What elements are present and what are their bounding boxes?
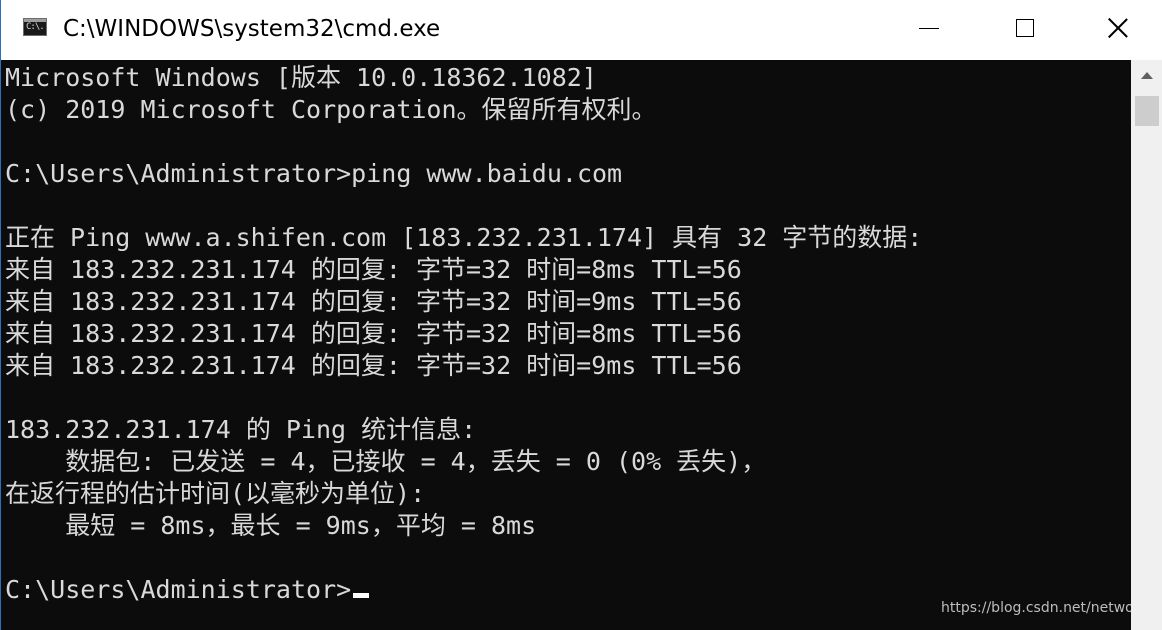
- title-bar[interactable]: C:\. C:\WINDOWS\system32\cmd.exe: [1, 0, 1162, 60]
- console-line: 数据包: 已发送 = 4，已接收 = 4，丢失 = 0 (0% 丢失)，: [5, 447, 767, 476]
- console-line: (c) 2019 Microsoft Corporation。保留所有权利。: [5, 95, 657, 124]
- minimize-icon: [919, 28, 939, 29]
- chevron-up-icon: [1141, 72, 1153, 79]
- console-line: 在返行程的估计时间(以毫秒为单位):: [5, 479, 426, 508]
- prompt-line[interactable]: C:\Users\Administrator>: [5, 574, 370, 606]
- console-line: 来自 183.232.231.174 的回复: 字节=32 时间=9ms TTL…: [5, 287, 742, 316]
- vertical-scrollbar[interactable]: [1131, 60, 1162, 630]
- maximize-button[interactable]: [981, 0, 1071, 58]
- close-icon: [1107, 17, 1129, 39]
- close-button[interactable]: [1071, 0, 1162, 58]
- scroll-thumb[interactable]: [1135, 96, 1159, 126]
- text-cursor: [353, 593, 370, 598]
- cmd-icon[interactable]: C:\.: [23, 18, 47, 36]
- watermark: https://blog.csdn.net/networkp: [941, 600, 1131, 616]
- console-line: 正在 Ping www.a.shifen.com [183.232.231.17…: [5, 223, 923, 252]
- console-line: 来自 183.232.231.174 的回复: 字节=32 时间=8ms TTL…: [5, 319, 742, 348]
- console-line: 来自 183.232.231.174 的回复: 字节=32 时间=9ms TTL…: [5, 351, 742, 380]
- cmd-icon-label: C:\.: [26, 22, 45, 32]
- console-line: C:\Users\Administrator>ping www.baidu.co…: [5, 159, 623, 188]
- cmd-window: C:\. C:\WINDOWS\system32\cmd.exe Microso…: [0, 0, 1162, 630]
- scroll-up-button[interactable]: [1131, 60, 1162, 92]
- maximize-icon: [1016, 19, 1034, 37]
- console-line: Microsoft Windows [版本 10.0.18362.1082]: [5, 63, 597, 92]
- prompt-text: C:\Users\Administrator>: [5, 575, 352, 604]
- window-title: C:\WINDOWS\system32\cmd.exe: [63, 16, 441, 42]
- console-line: 最短 = 8ms，最长 = 9ms，平均 = 8ms: [5, 511, 537, 540]
- console-line: 183.232.231.174 的 Ping 统计信息:: [5, 415, 477, 444]
- console-line: 来自 183.232.231.174 的回复: 字节=32 时间=8ms TTL…: [5, 255, 742, 284]
- minimize-button[interactable]: [891, 0, 981, 58]
- console-output[interactable]: Microsoft Windows [版本 10.0.18362.1082] (…: [1, 60, 1131, 630]
